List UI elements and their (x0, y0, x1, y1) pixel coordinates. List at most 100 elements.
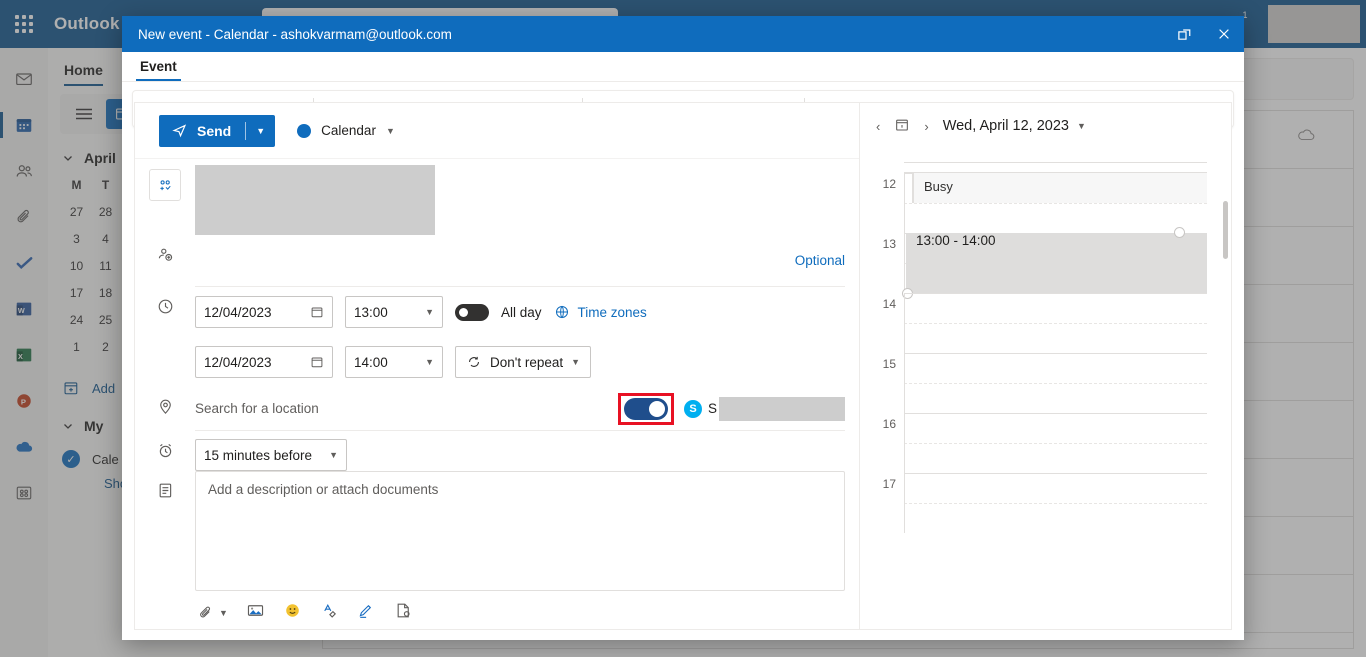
start-time-input[interactable]: 13:00 ▼ (345, 296, 443, 328)
attach-file-button[interactable]: ▼ (197, 604, 228, 622)
attendees-row: Optional (135, 235, 859, 287)
chevron-down-icon: ▼ (425, 307, 434, 317)
resize-handle-top[interactable] (1174, 227, 1185, 238)
description-row: Add a description or attach documents ▼ (135, 471, 859, 635)
location-row: Search for a location S S (135, 387, 859, 431)
skype-meeting-toggle[interactable] (623, 397, 668, 420)
event-form-pane: Send ▼ Calendar ▼ Optional 12/04/2023 13… (134, 102, 860, 630)
screen: Outlook 1 W X P Home April M T 27 28 3 4… (0, 0, 1366, 657)
end-time-input[interactable]: 14:00 ▼ (345, 346, 443, 378)
today-calendar-icon (896, 119, 909, 131)
calendar-picker[interactable]: Calendar ▼ (297, 123, 395, 138)
new-event-dialog: New event - Calendar - ashokvarmam@outlo… (122, 16, 1244, 640)
end-date-value: 12/04/2023 (204, 354, 272, 370)
calendar-preview-pane: ‹ › Wed, April 12, 2023 ▼ 12 Busy 13 13:… (860, 102, 1232, 630)
reminder-body: 15 minutes before ▼ (195, 431, 859, 471)
skype-icon: S (683, 399, 702, 418)
calendar-color-dot (297, 123, 312, 138)
send-row: Send ▼ Calendar ▼ (135, 103, 859, 159)
all-day-strip[interactable] (904, 149, 1207, 163)
hour-row-15[interactable]: 15 (860, 353, 1231, 413)
skype-meeting-label: S (707, 401, 717, 416)
location-input-row: Search for a location S S (195, 387, 845, 431)
chevron-down-icon: ▼ (1076, 121, 1086, 131)
calendar-preview-date-label: Wed, April 12, 2023 (942, 118, 1069, 134)
schedule-icon-wrap (135, 287, 195, 316)
send-label: Send (197, 122, 232, 139)
hour-label: 14 (882, 297, 896, 311)
hour-row-12[interactable]: 12 Busy (860, 173, 1231, 233)
close-icon (1219, 29, 1229, 39)
signature-button[interactable] (320, 601, 339, 625)
dialog-title: New event - Calendar - ashokvarmam@outlo… (138, 26, 452, 42)
compose-format-toolbar: ▼ (195, 591, 845, 635)
calendar-scrollbar[interactable] (1223, 201, 1228, 259)
popout-button[interactable] (1164, 16, 1204, 52)
calendar-picker-icon (311, 307, 323, 318)
event-title-input[interactable] (195, 165, 435, 235)
end-date-input[interactable]: 12/04/2023 (195, 346, 333, 378)
repeat-label: Don't repeat (490, 354, 564, 370)
all-day-toggle[interactable] (455, 303, 489, 321)
repeat-button[interactable]: Don't repeat ▼ (455, 346, 592, 378)
location-body: Search for a location S S (195, 387, 859, 431)
send-main[interactable]: Send (159, 122, 245, 139)
start-time-value: 13:00 (354, 304, 388, 320)
schedule-body: 12/04/2023 13:00 ▼ All day Time zones 12… (195, 287, 859, 387)
schedule-row: 12/04/2023 13:00 ▼ All day Time zones 12… (135, 287, 859, 387)
draw-button[interactable] (357, 601, 376, 625)
dialog-body: Send ▼ Calendar ▼ Optional 12/04/2023 13… (134, 102, 1232, 630)
calendar-preview-date[interactable]: Wed, April 12, 2023 ▼ (943, 118, 1086, 134)
pen-icon (359, 604, 372, 618)
end-datetime-row: 12/04/2023 14:00 ▼ Don't repeat ▼ (195, 337, 845, 387)
location-pin-icon (159, 399, 171, 414)
chevron-down-icon: ▼ (571, 357, 581, 367)
insert-document-button[interactable] (394, 601, 413, 625)
today-button[interactable] (894, 117, 910, 136)
image-icon (247, 605, 264, 616)
calendar-preview-scroll[interactable]: 12 Busy 13 13:00 - 14:00 14 15 16 17 (860, 149, 1231, 629)
time-zones-button[interactable]: Time zones (554, 304, 647, 320)
hour-row-13[interactable]: 13 13:00 - 14:00 (860, 227, 1231, 299)
time-zones-label: Time zones (577, 304, 647, 320)
insert-emoji-button[interactable] (283, 601, 302, 625)
description-input[interactable]: Add a description or attach documents (195, 471, 845, 591)
start-date-value: 12/04/2023 (204, 304, 272, 320)
start-date-input[interactable]: 12/04/2023 (195, 296, 333, 328)
invite-attendees-button[interactable] (149, 169, 181, 201)
document-icon (397, 603, 410, 618)
reminder-select[interactable]: 15 minutes before ▼ (195, 439, 347, 471)
close-button[interactable] (1204, 16, 1244, 52)
prev-day-button[interactable]: ‹ (876, 119, 880, 134)
busy-event-block[interactable]: Busy (912, 173, 1207, 203)
add-attendees-icon (159, 179, 171, 190)
calendar-picker-label: Calendar (321, 123, 376, 138)
hour-row-17[interactable]: 17 (860, 473, 1231, 533)
location-input[interactable]: Search for a location (195, 401, 618, 416)
selected-time-label: 13:00 - 14:00 (916, 233, 996, 248)
tab-event[interactable]: Event (136, 59, 181, 81)
attendees-input-row[interactable]: Optional (195, 235, 845, 287)
attendees-body: Optional (195, 235, 859, 287)
selected-time-block[interactable]: 13:00 - 14:00 (902, 227, 1207, 299)
event-title-body (195, 159, 859, 235)
skype-label-redaction (719, 396, 845, 421)
send-options-chevron[interactable]: ▼ (246, 126, 275, 136)
alarm-clock-icon (159, 443, 171, 458)
hour-label: 12 (882, 177, 896, 191)
dialog-tabs: Event (122, 52, 1244, 82)
all-day-strip-sub[interactable] (904, 163, 1207, 173)
hour-label: 13 (882, 237, 896, 251)
send-button[interactable]: Send ▼ (159, 114, 276, 147)
hour-row-16[interactable]: 16 (860, 413, 1231, 473)
send-icon (172, 124, 187, 138)
attendees-icon-wrap (135, 235, 195, 264)
chevron-down-icon: ▼ (219, 608, 228, 618)
next-day-button[interactable]: › (924, 119, 928, 134)
hour-row-14[interactable]: 14 (860, 293, 1231, 353)
all-day-label: All day (501, 304, 542, 320)
optional-attendees-link[interactable]: Optional (795, 253, 845, 268)
description-body: Add a description or attach documents ▼ (195, 471, 859, 635)
insert-picture-button[interactable] (246, 601, 265, 625)
end-time-value: 14:00 (354, 354, 388, 370)
